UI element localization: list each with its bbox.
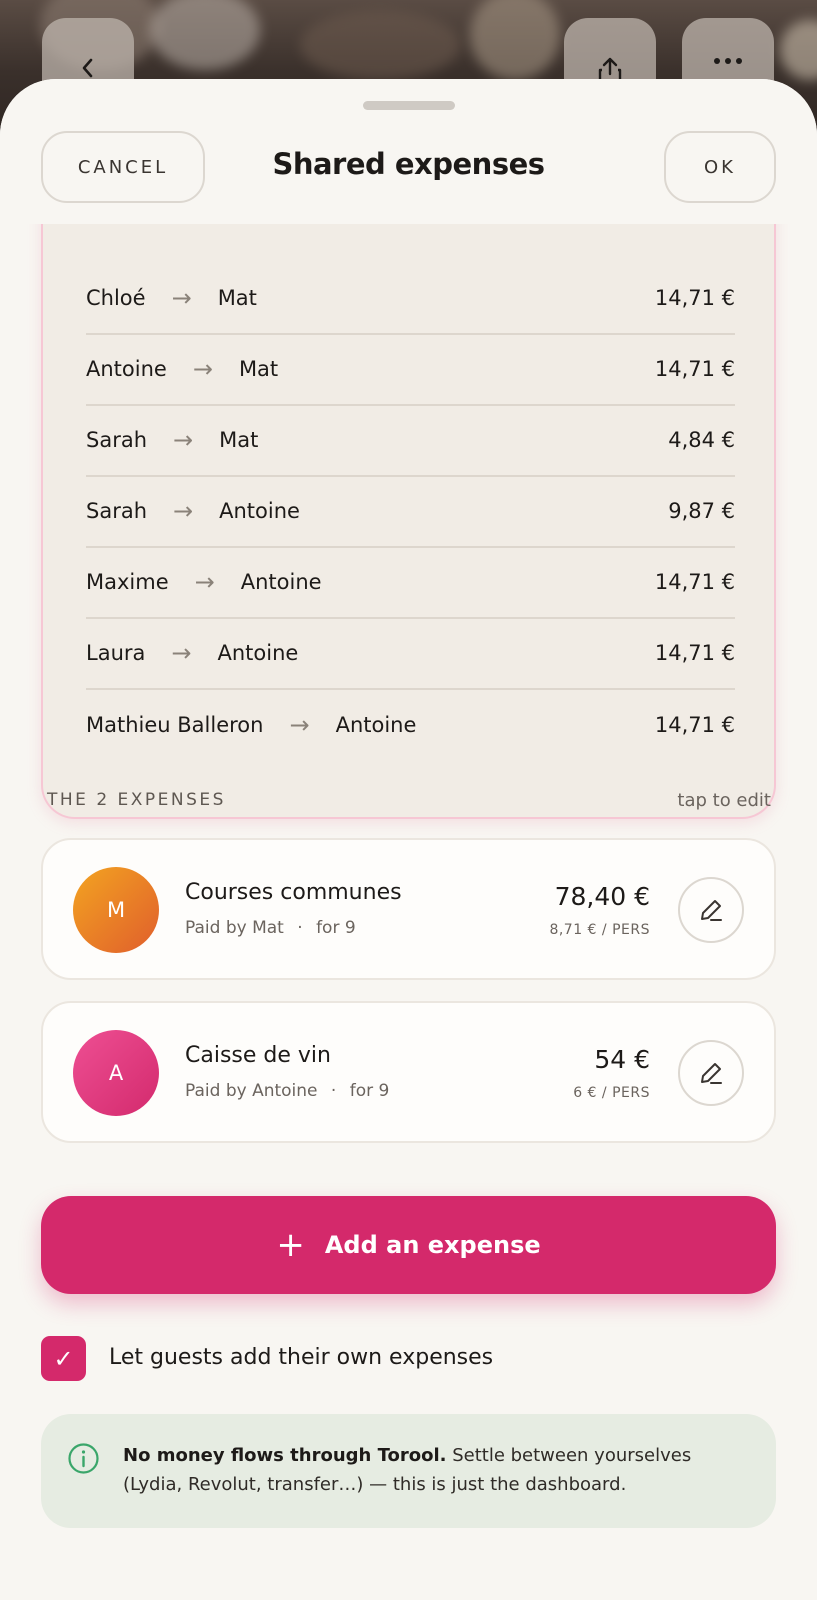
expense-paid-by: Paid by Antoine (185, 1081, 318, 1101)
transfer-to: Antoine (240, 570, 322, 594)
avatar: M (73, 867, 159, 953)
pencil-icon (701, 1063, 722, 1084)
expense-meta: Paid by Mat · for 9 (185, 918, 356, 938)
expense-for-count: for 9 (316, 918, 356, 938)
more-dots-icon (714, 58, 742, 64)
ok-button[interactable]: OK (664, 131, 776, 203)
arrow-right-icon: → (171, 639, 192, 667)
transfer-to: Antoine (219, 499, 300, 523)
transfer-row: Maxime → Antoine 14,71 € (86, 547, 735, 619)
expense-per-person: 6 € / PERS (573, 1085, 650, 1101)
transfer-row: Laura → Antoine 14,71 € (86, 618, 735, 690)
expenses-sheet: Chloé → Mat 14,71 € Antoine → Mat 14,71 … (0, 79, 817, 1600)
transfer-row: Mathieu Balleron → Antoine 14,71 € (86, 689, 735, 761)
transfer-from: Sarah (86, 428, 148, 452)
checkmark-icon: ✓ (53, 1344, 74, 1373)
transfer-from: Mathieu Balleron (86, 713, 264, 737)
chevron-left-icon (82, 58, 93, 78)
guests-checkbox[interactable]: ✓ (41, 1336, 86, 1381)
transfer-from: Laura (86, 641, 146, 665)
arrow-right-icon: → (171, 284, 192, 312)
transfer-row: Sarah → Antoine 9,87 € (86, 476, 735, 548)
expense-name: Courses communes (185, 880, 402, 905)
add-expense-label: Add an expense (324, 1231, 541, 1259)
expense-per-person: 8,71 € / PERS (549, 922, 650, 938)
arrow-right-icon: → (194, 568, 215, 596)
sheet-grabber-top (363, 101, 455, 110)
avatar: A (73, 1030, 159, 1116)
transfers-card: Chloé → Mat 14,71 € Antoine → Mat 14,71 … (41, 179, 776, 819)
edit-expense-button[interactable] (678, 1040, 744, 1106)
pencil-icon (701, 900, 722, 921)
expenses-section-label: THE 2 EXPENSES (47, 790, 226, 810)
separator-dot: · (297, 918, 303, 938)
plus-icon: + (276, 1225, 305, 1265)
expense-for-count: for 9 (349, 1081, 390, 1101)
info-icon (68, 1443, 99, 1474)
add-expense-button[interactable]: + Add an expense (41, 1196, 776, 1294)
transfer-amount: 14,71 € (654, 286, 735, 310)
arrow-right-icon: → (173, 497, 194, 525)
expense-card[interactable]: M Courses communes Paid by Mat · for 9 7… (41, 838, 776, 980)
transfer-amount: 14,71 € (654, 357, 735, 381)
arrow-right-icon: → (192, 355, 213, 383)
expense-paid-by: Paid by Mat (185, 918, 284, 938)
guests-checkbox-label[interactable]: Let guests add their own expenses (109, 1345, 493, 1370)
transfer-from: Chloé (86, 286, 146, 310)
transfer-from: Sarah (86, 499, 148, 523)
info-bold: No money flows through Torool. (123, 1445, 447, 1466)
transfer-from: Antoine (86, 357, 167, 381)
transfer-to: Antoine (335, 713, 417, 737)
transfer-amount: 9,87 € (668, 499, 735, 523)
transfer-row: Chloé → Mat 14,71 € (86, 263, 735, 335)
tap-to-edit-hint: tap to edit (677, 790, 771, 811)
expense-card[interactable]: A Caisse de vin Paid by Antoine · for 9 … (41, 1001, 776, 1143)
separator-dot: · (330, 1081, 337, 1101)
transfer-amount: 14,71 € (654, 713, 735, 737)
transfer-to: Mat (219, 428, 259, 452)
transfer-to: Mat (217, 286, 257, 310)
transfer-to: Antoine (217, 641, 299, 665)
arrow-right-icon: → (173, 426, 194, 454)
expense-amount: 54 € (594, 1045, 650, 1074)
transfer-from: Maxime (86, 570, 169, 594)
arrow-right-icon: → (289, 711, 310, 739)
info-banner: No money flows through Torool. Settle be… (41, 1414, 776, 1528)
info-text: No money flows through Torool. Settle be… (123, 1441, 743, 1499)
expense-name: Caisse de vin (185, 1043, 331, 1068)
expense-amount: 78,40 € (554, 882, 650, 911)
transfer-amount: 14,71 € (654, 641, 735, 665)
transfer-row: Sarah → Mat 4,84 € (86, 405, 735, 477)
transfer-amount: 14,71 € (654, 570, 735, 594)
transfer-row: Antoine → Mat 14,71 € (86, 334, 735, 406)
edit-expense-button[interactable] (678, 877, 744, 943)
transfer-amount: 4,84 € (668, 428, 735, 452)
transfer-to: Mat (238, 357, 279, 381)
expense-meta: Paid by Antoine · for 9 (185, 1081, 389, 1101)
